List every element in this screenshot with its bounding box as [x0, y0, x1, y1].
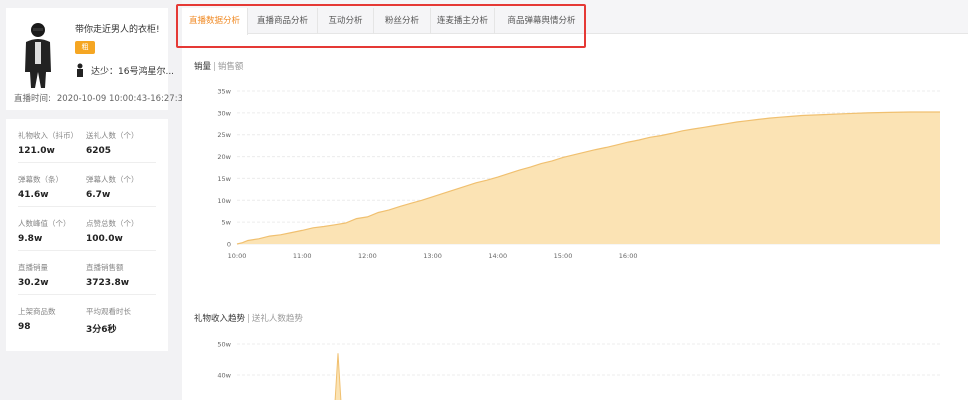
- stat-value: 3分6秒: [86, 325, 117, 335]
- stat-danmaku-users: 弹幕人数（个） 6.7w: [86, 174, 154, 206]
- stat-label: 上架商品数: [18, 307, 56, 316]
- stat-listed-products: 上架商品数 98: [18, 306, 86, 339]
- stat-label: 平均观看时长: [86, 307, 131, 316]
- y-tick-label: 5w: [222, 219, 232, 227]
- stat-peak-viewers: 人数峰值（个） 9.8w: [18, 218, 86, 250]
- y-tick-label: 35w: [217, 88, 231, 96]
- stat-gift-income: 礼物收入（抖币） 121.0w: [18, 130, 86, 162]
- x-tick-label: 16:00: [619, 252, 638, 260]
- live-time-value: 2020-10-09 10:00:43-16:27:31: [56, 94, 189, 104]
- host-name[interactable]: 达少：16号鸿星尔...: [91, 64, 174, 77]
- y-tick-label: 30w: [217, 109, 231, 117]
- stat-live-revenue: 直播销售额 3723.8w: [86, 262, 154, 294]
- tab-co-host-analysis[interactable]: 连麦播主分析: [431, 8, 495, 34]
- stat-live-sales: 直播销量 30.2w: [18, 262, 86, 294]
- tab-live-product-analysis[interactable]: 直播商品分析: [248, 8, 318, 34]
- stat-label: 点赞总数（个）: [86, 219, 139, 228]
- stat-label: 送礼人数（个）: [86, 131, 139, 140]
- live-time: 直播时间: 2020-10-09 10:00:43-16:27:31: [14, 92, 188, 104]
- sales-chart-title: 销量 | 销售额: [194, 60, 243, 72]
- level-badge: 粗: [75, 41, 95, 54]
- stat-avg-watch-time: 平均观看时长 3分6秒: [86, 306, 154, 339]
- chart-title-separator: |: [213, 62, 216, 72]
- analysis-tabbar: 直播数据分析 直播商品分析 互动分析 粉丝分析 连麦播主分析 商品弹幕舆情分析: [176, 0, 968, 48]
- stat-value: 41.6w: [18, 190, 49, 200]
- host-row[interactable]: 达少：16号鸿星尔...: [75, 63, 174, 77]
- tab-live-data-analysis[interactable]: 直播数据分析: [182, 8, 248, 35]
- stat-value: 6.7w: [86, 190, 111, 200]
- y-tick-label: 0: [227, 241, 231, 249]
- chart-title-separator: |: [247, 314, 250, 324]
- sales-volume-chart: 0 5w 10w 15w 20w 25w 30w 35w 10:00 11:00 12:00 13:0…: [217, 88, 940, 260]
- chart-toggle-gift-income[interactable]: 礼物收入趋势: [194, 314, 245, 324]
- y-tick-label: 50w: [217, 341, 231, 349]
- chart-toggle-sales-amount[interactable]: 销售额: [218, 62, 244, 72]
- stat-value: 30.2w: [18, 278, 49, 288]
- x-tick-label: 13:00: [423, 252, 442, 260]
- y-tick-label: 15w: [217, 175, 231, 183]
- stat-total-likes: 点赞总数（个） 100.0w: [86, 218, 154, 250]
- stat-row: 人数峰值（个） 9.8w 点赞总数（个） 100.0w: [18, 207, 156, 251]
- y-tick-label: 10w: [217, 197, 231, 205]
- x-tick-label: 11:00: [293, 252, 312, 260]
- stat-label: 弹幕数（条）: [18, 175, 63, 184]
- tab-fan-analysis[interactable]: 粉丝分析: [374, 8, 431, 34]
- host-profile-card: 带你走近男人的衣柜! 粗 达少：16号鸿星尔... 直播时间: 2020-10-0…: [6, 8, 188, 110]
- y-tick-label: 40w: [217, 372, 231, 380]
- stat-value: 6205: [86, 146, 112, 156]
- stat-value: 9.8w: [18, 234, 43, 244]
- gift-spike-mark: [334, 353, 342, 400]
- chart-toggle-sales-volume[interactable]: 销量: [194, 62, 211, 72]
- analysis-panel: 直播数据分析 直播商品分析 互动分析 粉丝分析 连麦播主分析 商品弹幕舆情分析 …: [176, 0, 968, 400]
- stat-label: 礼物收入（抖币）: [18, 131, 78, 140]
- tab-interaction-analysis[interactable]: 互动分析: [318, 8, 374, 34]
- stat-row: 上架商品数 98 平均观看时长 3分6秒: [18, 295, 156, 339]
- stat-row: 礼物收入（抖币） 121.0w 送礼人数（个） 6205: [18, 119, 156, 163]
- stat-value: 121.0w: [18, 146, 55, 156]
- tab-product-danmaku-sentiment[interactable]: 商品弹幕舆情分析: [495, 8, 588, 34]
- stat-danmaku-count: 弹幕数（条） 41.6w: [18, 174, 86, 206]
- stat-label: 直播销量: [18, 263, 48, 272]
- stat-row: 弹幕数（条） 41.6w 弹幕人数（个） 6.7w: [18, 163, 156, 207]
- x-tick-label: 14:00: [488, 252, 507, 260]
- x-tick-label: 15:00: [554, 252, 573, 260]
- analysis-tabs: 直播数据分析 直播商品分析 互动分析 粉丝分析 连麦播主分析 商品弹幕舆情分析: [182, 8, 588, 35]
- live-stats-card: 礼物收入（抖币） 121.0w 送礼人数（个） 6205 弹幕数（条） 41.6w 弹…: [6, 119, 168, 351]
- y-tick-label: 25w: [217, 131, 231, 139]
- x-tick-label: 12:00: [358, 252, 377, 260]
- host-avatar: [25, 23, 51, 88]
- chart-toggle-gift-senders[interactable]: 送礼人数趋势: [252, 314, 303, 324]
- x-tick-label: 10:00: [228, 252, 247, 260]
- stream-title: 带你走近男人的衣柜!: [75, 25, 160, 35]
- y-tick-label: 20w: [217, 153, 231, 161]
- stat-value: 3723.8w: [86, 278, 130, 288]
- gift-chart-title: 礼物收入趋势 | 送礼人数趋势: [194, 312, 303, 324]
- gift-income-chart: 50w 40w: [217, 341, 940, 400]
- stat-gift-senders: 送礼人数（个） 6205: [86, 130, 154, 162]
- host-mini-avatar-icon: [77, 63, 83, 77]
- stat-value: 98: [18, 322, 31, 332]
- stat-row: 直播销量 30.2w 直播销售额 3723.8w: [18, 251, 156, 295]
- stat-label: 直播销售额: [86, 263, 124, 272]
- stat-label: 人数峰值（个）: [18, 219, 71, 228]
- live-time-label: 直播时间:: [14, 94, 51, 104]
- stat-label: 弹幕人数（个）: [86, 175, 139, 184]
- stat-value: 100.0w: [86, 234, 123, 244]
